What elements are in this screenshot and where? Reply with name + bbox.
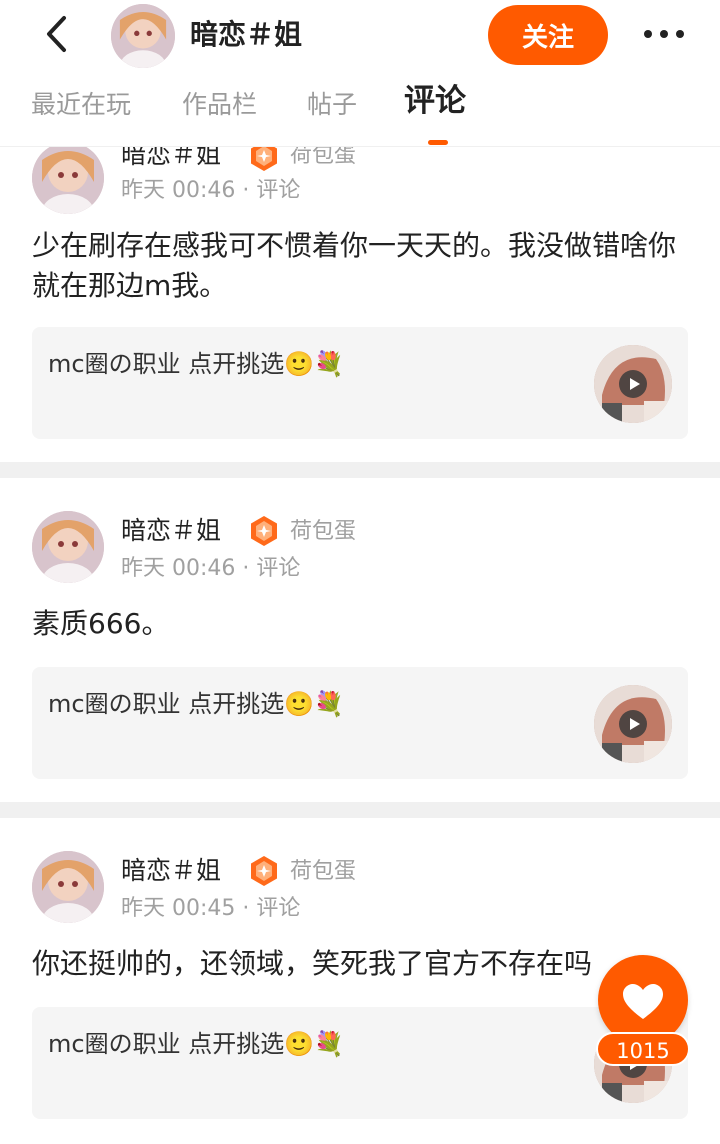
- active-tab-indicator: [428, 140, 448, 145]
- comment-user-name[interactable]: 暗恋＃姐: [121, 854, 221, 888]
- more-button[interactable]: [640, 22, 688, 46]
- more-dots-icon: [644, 30, 684, 38]
- tab-works[interactable]: 作品栏: [182, 88, 257, 122]
- comment-type: 评论: [256, 556, 301, 581]
- video-thumbnail[interactable]: [594, 345, 672, 423]
- comment-item[interactable]: 暗恋＃姐 荷包蛋 昨天 00:46 · 评论 少在刷存在感我可不惯着你一天天的。…: [0, 130, 720, 462]
- like-count: 1015: [596, 1032, 690, 1066]
- comment-time: 昨天 00:46: [121, 178, 236, 203]
- comment-text[interactable]: 素质666。: [32, 604, 692, 644]
- comment-item[interactable]: 暗恋＃姐 荷包蛋 昨天 00:46 · 评论 素质666。 mc圈の职业 点开挑…: [0, 478, 720, 802]
- level-badge-icon: [248, 855, 280, 887]
- play-icon: [619, 710, 647, 738]
- comment-time: 昨天 00:46: [121, 556, 236, 581]
- back-button[interactable]: [38, 14, 78, 54]
- comment-time: 昨天 00:45: [121, 896, 236, 921]
- avatar[interactable]: [32, 142, 104, 214]
- tab-recently-played[interactable]: 最近在玩: [31, 88, 131, 122]
- level-name: 荷包蛋: [290, 519, 357, 544]
- tab-posts[interactable]: 帖子: [307, 88, 357, 122]
- meta-separator: ·: [242, 556, 257, 581]
- video-thumbnail[interactable]: [594, 685, 672, 763]
- linked-work-title: mc圈の职业 点开挑选🙂💐: [48, 1030, 344, 1058]
- play-icon: [619, 370, 647, 398]
- comment-text[interactable]: 少在刷存在感我可不惯着你一天天的。我没做错啥你就在那边m我。: [32, 226, 692, 306]
- comment-meta: 昨天 00:46 · 评论: [121, 554, 300, 584]
- avatar[interactable]: [32, 851, 104, 923]
- level-name: 荷包蛋: [290, 859, 357, 884]
- section-divider: [0, 802, 720, 818]
- meta-separator: ·: [242, 896, 257, 921]
- comment-type: 评论: [256, 896, 301, 921]
- avatar[interactable]: [111, 4, 175, 68]
- back-arrow-icon: [47, 16, 66, 52]
- top-bar: 暗恋＃姐 关注: [0, 0, 720, 70]
- comment-meta: 昨天 00:46 · 评论: [121, 176, 300, 206]
- linked-work-title: mc圈の职业 点开挑选🙂💐: [48, 690, 344, 718]
- comment-user-name[interactable]: 暗恋＃姐: [121, 514, 221, 548]
- comment-meta: 昨天 00:45 · 评论: [121, 894, 300, 924]
- follow-button[interactable]: 关注: [488, 5, 608, 65]
- comment-type: 评论: [256, 178, 301, 203]
- linked-work-card[interactable]: mc圈の职业 点开挑选🙂💐: [32, 667, 688, 779]
- section-divider: [0, 462, 720, 478]
- profile-tabs: 最近在玩 作品栏 帖子 评论: [0, 70, 720, 147]
- level-badge-icon: [248, 515, 280, 547]
- comment-text[interactable]: 你还挺帅的，还领域，笑死我了官方不存在吗: [32, 944, 632, 984]
- linked-work-card[interactable]: mc圈の职业 点开挑选🙂💐: [32, 1007, 688, 1119]
- linked-work-title: mc圈の职业 点开挑选🙂💐: [48, 350, 344, 378]
- tab-comments[interactable]: 评论: [404, 84, 466, 118]
- avatar[interactable]: [32, 511, 104, 583]
- meta-separator: ·: [242, 178, 257, 203]
- linked-work-card[interactable]: mc圈の职业 点开挑选🙂💐: [32, 327, 688, 439]
- page-title: 暗恋＃姐: [190, 18, 303, 51]
